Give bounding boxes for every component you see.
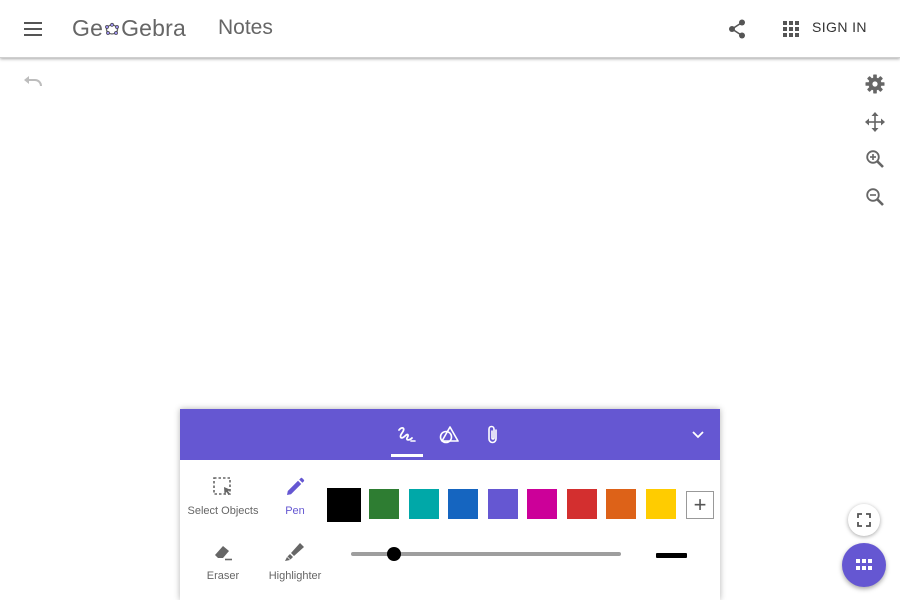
zoom-in-button[interactable] bbox=[860, 145, 890, 173]
color-swatch[interactable] bbox=[606, 489, 636, 519]
share-button[interactable] bbox=[722, 15, 752, 43]
tab-shapes[interactable] bbox=[433, 421, 465, 449]
color-swatch[interactable] bbox=[567, 489, 597, 519]
tool-panel-tabs bbox=[180, 409, 720, 460]
tool-label: Pen bbox=[285, 505, 305, 517]
toolbox-toggle-button[interactable] bbox=[842, 543, 886, 587]
app-header: Ge Gebra Notes SIGN IN bbox=[0, 0, 900, 58]
tool-highlighter[interactable]: Highlighter bbox=[255, 539, 335, 582]
apps-grid-icon bbox=[856, 559, 872, 570]
geogebra-logo: Ge Gebra bbox=[72, 15, 186, 42]
tool-label: Select Objects bbox=[187, 505, 259, 517]
tool-label: Eraser bbox=[206, 570, 240, 582]
zoom-out-icon bbox=[866, 188, 884, 206]
highlighter-icon bbox=[285, 543, 304, 561]
select-objects-icon bbox=[213, 477, 231, 495]
pen-icon bbox=[287, 477, 305, 495]
logo-text-right: Gebra bbox=[121, 15, 187, 41]
color-swatch[interactable] bbox=[488, 489, 518, 519]
tool-pen[interactable]: Pen bbox=[255, 474, 335, 517]
zoom-out-button[interactable] bbox=[860, 183, 890, 211]
settings-icon bbox=[865, 74, 885, 94]
color-swatch[interactable] bbox=[527, 489, 557, 519]
pen-scribble-icon bbox=[398, 426, 416, 442]
apps-button[interactable] bbox=[776, 15, 806, 43]
color-swatch[interactable] bbox=[369, 489, 399, 519]
undo-button[interactable] bbox=[20, 72, 46, 94]
fullscreen-button[interactable] bbox=[848, 504, 880, 536]
move-view-button[interactable] bbox=[860, 108, 890, 136]
apps-grid-icon bbox=[783, 21, 799, 37]
eraser-icon bbox=[215, 546, 232, 561]
share-icon bbox=[729, 19, 745, 39]
tab-pen-tools[interactable] bbox=[391, 421, 423, 457]
menu-button[interactable] bbox=[18, 15, 48, 43]
logo-text-left: Ge bbox=[72, 15, 104, 41]
chevron-down-icon bbox=[692, 431, 704, 439]
color-swatch[interactable] bbox=[448, 489, 478, 519]
collapse-panel-button[interactable] bbox=[686, 425, 710, 445]
color-swatch[interactable] bbox=[409, 489, 439, 519]
app-title: Notes bbox=[218, 16, 273, 39]
zoom-in-icon bbox=[866, 150, 884, 168]
settings-button[interactable] bbox=[860, 70, 890, 98]
attachment-icon bbox=[488, 425, 497, 444]
shapes-icon bbox=[439, 426, 459, 444]
tool-eraser[interactable]: Eraser bbox=[183, 539, 263, 582]
color-swatch[interactable] bbox=[327, 488, 361, 522]
sign-in-button[interactable]: SIGN IN bbox=[812, 19, 867, 35]
undo-icon bbox=[24, 76, 42, 87]
stroke-preview bbox=[656, 553, 687, 558]
color-swatch[interactable] bbox=[646, 489, 676, 519]
tab-attachments[interactable] bbox=[477, 421, 509, 449]
tool-select-objects[interactable]: Select Objects bbox=[183, 474, 263, 517]
tool-label: Highlighter bbox=[268, 570, 322, 582]
fullscreen-icon bbox=[857, 513, 871, 527]
menu-icon bbox=[24, 22, 42, 36]
move-view-icon bbox=[865, 112, 885, 132]
logo-ring-icon bbox=[105, 22, 119, 35]
add-color-button[interactable]: + bbox=[686, 491, 714, 519]
